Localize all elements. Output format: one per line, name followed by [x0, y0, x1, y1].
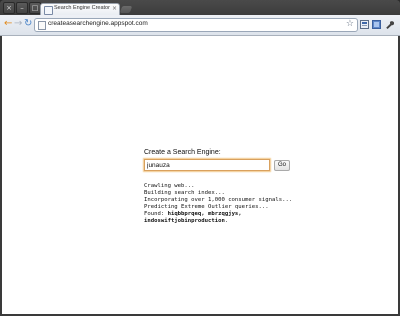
log-line: Incorporating over 1,000 consumer signal… [144, 197, 293, 203]
tab-title: Search Engine Creator [54, 5, 110, 11]
toolbar: ← → ↻ createasearchengine.appspot.com ☆ [0, 15, 400, 36]
minimize-window-button[interactable]: – [16, 2, 28, 14]
tab-strip: × – □ Search Engine Creator × [0, 0, 400, 16]
page-content: Create a Search Engine: Go Crawling web.… [2, 36, 398, 314]
browser-window: × – □ Search Engine Creator × ← → ↻ crea… [0, 0, 400, 316]
window-controls: × – □ [3, 2, 41, 14]
found-prefix: Found: [144, 211, 168, 217]
bookmark-star-icon[interactable]: ☆ [346, 19, 354, 29]
page-menu-icon[interactable] [360, 20, 369, 29]
tab-close-icon[interactable]: × [112, 5, 117, 12]
url-text[interactable]: createasearchengine.appspot.com [48, 20, 148, 27]
back-button[interactable]: ← [4, 18, 12, 30]
progress-log: Crawling web... Building search index...… [144, 183, 292, 225]
log-line: Building search index... [144, 190, 225, 196]
log-line: Crawling web... [144, 183, 195, 189]
new-tab-button[interactable] [119, 6, 133, 13]
page-icon [44, 6, 53, 15]
create-search-engine-form: Create a Search Engine: Go Crawling web.… [144, 149, 292, 225]
wrench-icon[interactable] [385, 20, 394, 29]
log-line: Predicting Extreme Outlier queries... [144, 204, 269, 210]
log-found-line-2: indoswiftjobinproduction. [144, 218, 292, 225]
found-results-2: indoswiftjobinproduction [144, 218, 225, 224]
form-label: Create a Search Engine: [144, 149, 221, 156]
address-bar[interactable]: createasearchengine.appspot.com ☆ [34, 18, 358, 32]
search-engine-name-input[interactable] [144, 159, 270, 171]
log-found-line: Found: hiqbbprqeq, mbrzqgjys, [144, 211, 292, 218]
found-suffix: . [224, 218, 229, 224]
page-icon [38, 21, 46, 30]
tools-icon[interactable] [372, 20, 381, 29]
reload-button[interactable]: ↻ [24, 18, 32, 30]
forward-button[interactable]: → [14, 18, 22, 30]
close-window-button[interactable]: × [3, 2, 15, 14]
found-results-1: hiqbbprqeq, mbrzqgjys, [167, 211, 242, 217]
go-button[interactable]: Go [274, 159, 291, 171]
